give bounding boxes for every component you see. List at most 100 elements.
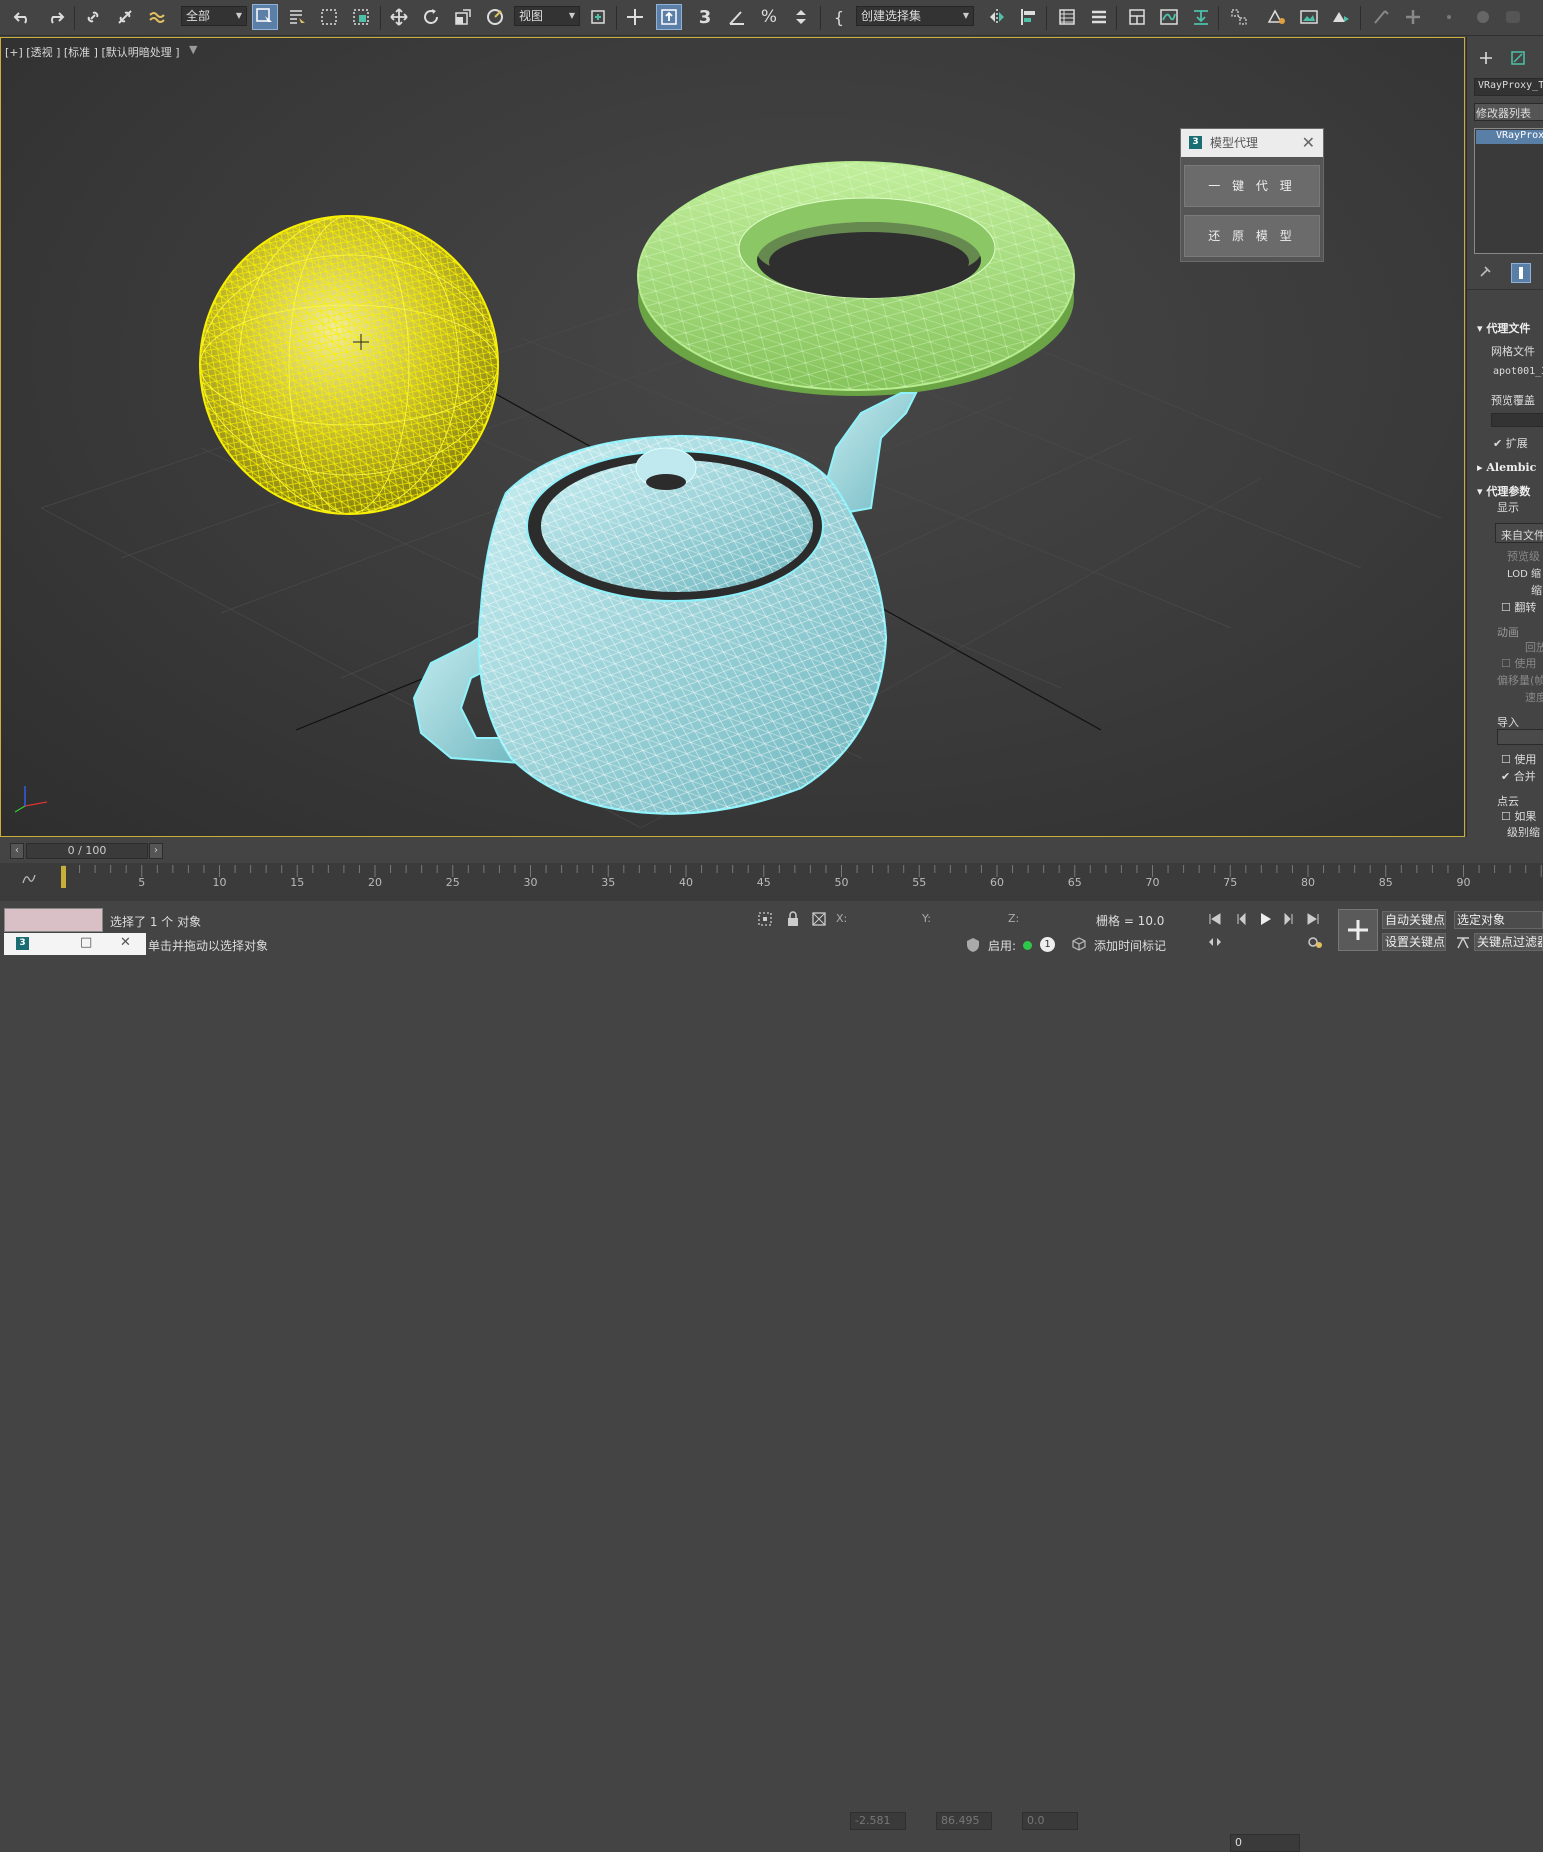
- dialog-titlebar[interactable]: 3 模型代理 ✕: [1181, 129, 1323, 157]
- show-end-result-icon[interactable]: [1511, 263, 1531, 283]
- undo-icon[interactable]: [10, 4, 36, 30]
- move-icon[interactable]: [386, 4, 412, 30]
- redo-icon[interactable]: [42, 4, 68, 30]
- cube-icon[interactable]: [1070, 935, 1088, 953]
- x-coordinate-field[interactable]: -2.581: [850, 1812, 906, 1830]
- tool-icon[interactable]: [1470, 4, 1496, 30]
- select-object-icon[interactable]: [252, 4, 278, 30]
- mirror-icon[interactable]: [984, 4, 1010, 30]
- angle-snap-icon[interactable]: [724, 4, 750, 30]
- spinner-snap-icon[interactable]: [788, 4, 814, 30]
- add-time-tag[interactable]: 添加时间标记: [1094, 937, 1166, 954]
- named-selection-dropdown[interactable]: 创建选择集 ▼: [856, 6, 974, 26]
- absolute-mode-icon[interactable]: [810, 910, 828, 928]
- edit-named-selection-icon[interactable]: {: [826, 4, 852, 30]
- modify-tab-icon[interactable]: [1509, 49, 1527, 67]
- use-checkbox[interactable]: ☐ 使用: [1501, 655, 1536, 671]
- schematic-view-icon[interactable]: [1188, 4, 1214, 30]
- curve-editor-icon[interactable]: [1156, 4, 1182, 30]
- create-tab-icon[interactable]: [1477, 49, 1495, 67]
- layer-explorer-icon[interactable]: [1086, 4, 1112, 30]
- maxscript-listener[interactable]: [4, 908, 103, 932]
- prev-frame-arrow-icon[interactable]: ‹: [10, 843, 24, 859]
- y-coordinate-field[interactable]: 86.495: [936, 1812, 992, 1830]
- rollout-proxy-params[interactable]: ▾ 代理参数: [1477, 483, 1530, 499]
- shield-icon[interactable]: [964, 936, 982, 954]
- selection-status: 选择了 1 个 对象: [110, 915, 202, 929]
- close-icon[interactable]: ✕: [1302, 129, 1315, 157]
- mini-curve-editor-icon[interactable]: [20, 870, 38, 888]
- play-icon[interactable]: [1256, 910, 1274, 928]
- maximize-icon[interactable]: □: [80, 935, 92, 950]
- filter-icon[interactable]: ▼: [189, 43, 197, 56]
- set-key-button[interactable]: 设置关键点: [1382, 933, 1446, 951]
- app-logo-icon: 3: [16, 937, 29, 950]
- flip-checkbox[interactable]: ☐ 翻转: [1501, 599, 1536, 615]
- render-setup-icon[interactable]: [1264, 4, 1290, 30]
- workspace-icon[interactable]: [1500, 4, 1526, 30]
- set-key-big-button[interactable]: [1338, 909, 1378, 951]
- selected-objects-dropdown[interactable]: 选定对象: [1454, 911, 1543, 929]
- close-icon[interactable]: ✕: [120, 935, 131, 950]
- key-filter-icon[interactable]: [1454, 934, 1472, 952]
- select-manipulate-icon[interactable]: [622, 4, 648, 30]
- modifier-stack[interactable]: [1474, 128, 1543, 254]
- key-mode-icon[interactable]: [1206, 933, 1224, 951]
- rollout-alembic[interactable]: ▸ Alembic: [1477, 461, 1536, 474]
- go-to-start-icon[interactable]: [1206, 910, 1224, 928]
- current-frame-field[interactable]: 0: [1230, 1834, 1300, 1852]
- select-by-name-icon[interactable]: [284, 4, 310, 30]
- mesh-file-value[interactable]: apot001_3: [1493, 366, 1543, 377]
- import-button[interactable]: [1497, 729, 1543, 745]
- unlink-icon[interactable]: [112, 4, 138, 30]
- pivot-center-icon[interactable]: [586, 4, 612, 30]
- percent-snap-icon[interactable]: %: [756, 4, 782, 30]
- z-coordinate-field[interactable]: 0.0: [1022, 1812, 1078, 1830]
- link-icon[interactable]: [80, 4, 106, 30]
- render-production-icon[interactable]: [1328, 4, 1354, 30]
- timeline-tick-label: 55: [912, 876, 926, 889]
- rect-selection-region-icon[interactable]: [316, 4, 342, 30]
- time-slider[interactable]: 0 / 100: [26, 843, 148, 859]
- isolate-selection-icon[interactable]: [756, 910, 774, 928]
- auto-key-button[interactable]: 自动关键点: [1382, 911, 1446, 929]
- taskbar-thumbnail[interactable]: 3 □ ✕: [4, 933, 146, 955]
- reference-coordinate-dropdown[interactable]: 视图 ▼: [514, 6, 580, 26]
- pin-stack-icon[interactable]: [1476, 263, 1494, 281]
- info-badge-icon[interactable]: 1: [1040, 937, 1055, 952]
- use-b-checkbox[interactable]: ☐ 使用: [1501, 751, 1536, 767]
- scale-icon[interactable]: [450, 4, 476, 30]
- snaps-toggle-icon[interactable]: 3: [692, 4, 718, 30]
- brush-tool-icon[interactable]: [1368, 4, 1394, 30]
- restore-model-button[interactable]: 还 原 模 型: [1184, 215, 1320, 257]
- next-frame-arrow-icon[interactable]: ›: [149, 843, 163, 859]
- one-click-proxy-button[interactable]: 一 键 代 理: [1184, 165, 1320, 207]
- place-icon[interactable]: [482, 4, 508, 30]
- rollout-proxy-file[interactable]: ▾ 代理文件: [1477, 320, 1530, 336]
- rendered-frame-window-icon[interactable]: [1296, 4, 1322, 30]
- keyboard-shortcut-override-icon[interactable]: [656, 4, 682, 30]
- toggle-ribbon-icon[interactable]: [1124, 4, 1150, 30]
- time-config-icon[interactable]: [1306, 933, 1324, 951]
- time-cursor[interactable]: [61, 866, 66, 888]
- next-frame-icon[interactable]: [1280, 910, 1298, 928]
- add-tool-icon[interactable]: [1400, 4, 1426, 30]
- enable-status-dot[interactable]: [1023, 941, 1032, 950]
- align-icon[interactable]: [1016, 4, 1042, 30]
- expand-checkbox[interactable]: ✔ 扩展: [1493, 435, 1528, 451]
- preview-cover-field[interactable]: [1491, 413, 1543, 427]
- key-filters-button[interactable]: 关键点过滤器: [1474, 933, 1543, 951]
- if-checkbox[interactable]: ☐ 如果: [1501, 808, 1536, 824]
- display-label: 显示: [1497, 501, 1519, 514]
- merge-checkbox[interactable]: ✔ 合并: [1501, 768, 1536, 784]
- rotate-icon[interactable]: [418, 4, 444, 30]
- go-to-end-icon[interactable]: [1304, 910, 1322, 928]
- selection-filter-dropdown[interactable]: 全部 ▼: [181, 6, 247, 26]
- bind-spacewarp-icon[interactable]: [144, 4, 170, 30]
- window-crossing-icon[interactable]: [348, 4, 374, 30]
- scene-explorer-icon[interactable]: [1054, 4, 1080, 30]
- viewport-label[interactable]: [+] [透视 ] [标准 ] [默认明暗处理 ]: [5, 44, 180, 60]
- previous-frame-icon[interactable]: [1232, 910, 1250, 928]
- lock-icon[interactable]: [784, 910, 802, 928]
- material-editor-icon[interactable]: [1226, 4, 1252, 30]
